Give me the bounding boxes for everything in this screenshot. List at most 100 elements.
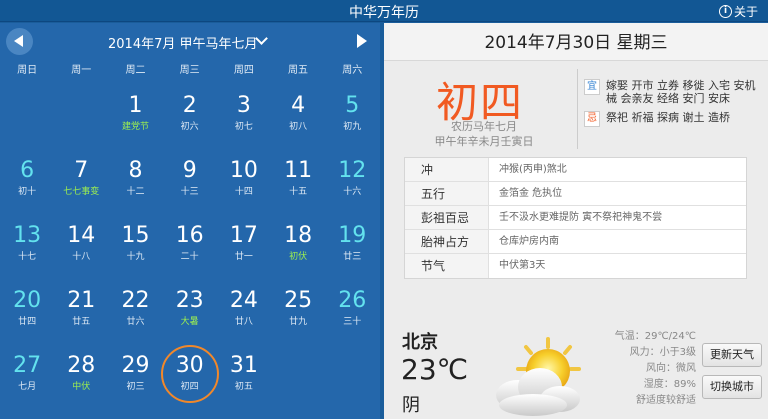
table-row: 冲 冲猴(丙申)煞北 [405, 158, 746, 182]
calendar-day-cell[interactable]: 11 十五 [271, 148, 325, 208]
calendar-day-cell[interactable]: 22 廿六 [108, 278, 162, 338]
calendar-day-cell[interactable]: 12 十六 [325, 148, 379, 208]
row-value: 金箔金 危执位 [499, 188, 563, 199]
title-bar: 中华万年历 i 关于 [0, 0, 768, 22]
month-title[interactable]: 2014年7月 甲午马年七月 [108, 33, 258, 52]
day-number: 26 [338, 288, 367, 313]
row-value: 中伏第3天 [499, 260, 546, 271]
table-row: 胎神占方 仓库炉房内南 [405, 230, 746, 254]
calendar-day-cell[interactable]: 27 七月 [0, 343, 54, 403]
calendar-day-cell[interactable]: 28 中伏 [54, 343, 108, 403]
day-number: 24 [229, 288, 258, 313]
day-number: 28 [67, 353, 96, 378]
lunar-date: 三十 [343, 317, 362, 327]
day-number: 6 [20, 158, 35, 183]
calendar-day-cell[interactable]: 23 大暑 [163, 278, 217, 338]
calendar-day-cell[interactable]: 14 十八 [54, 213, 108, 273]
about-button[interactable]: i 关于 [718, 3, 758, 20]
calendar-day-cell[interactable]: 7 七七事变 [54, 148, 108, 208]
day-number: 2 [182, 93, 197, 118]
calendar-day-cell[interactable]: 18 初伏 [271, 213, 325, 273]
calendar-day-cell[interactable]: 15 十九 [108, 213, 162, 273]
calendar-day-cell[interactable]: 8 十二 [108, 148, 162, 208]
table-row: 节气 中伏第3天 [405, 254, 746, 278]
current-temperature: 23℃ [401, 353, 469, 386]
lunar-date: 中伏 [72, 382, 91, 392]
row-key: 冲 [405, 158, 489, 181]
calendar-day-cell[interactable]: 10 十四 [217, 148, 271, 208]
calendar-day-cell[interactable]: 3 初七 [217, 83, 271, 143]
lunar-date: 初九 [343, 122, 362, 132]
month-navigation: 2014年7月 甲午马年七月 [0, 23, 380, 61]
calendar-day-cell[interactable]: 21 廿五 [54, 278, 108, 338]
chevron-down-icon[interactable] [255, 34, 269, 46]
day-number: 7 [74, 158, 89, 183]
calendar-day-cell[interactable]: 1 建党节 [108, 83, 162, 143]
day-number: 9 [182, 158, 197, 183]
day-number: 11 [284, 158, 313, 183]
lunar-date: 十五 [289, 187, 308, 197]
sun-cloud-icon [496, 337, 581, 416]
next-month-button[interactable] [354, 33, 370, 49]
switch-city-button[interactable]: 切换城市 [702, 375, 762, 399]
calendar-day-cell[interactable]: 13 十七 [0, 213, 54, 273]
day-number: 12 [338, 158, 367, 183]
day-number: 21 [67, 288, 96, 313]
lunar-date: 廿八 [234, 317, 253, 327]
almanac-table: 冲 冲猴(丙申)煞北 五行 金箔金 危执位 彭祖百忌 壬不汲水更难提防 寅不祭祀… [404, 157, 747, 279]
lunar-date: 七七事变 [63, 187, 100, 197]
weekday-label: 周四 [233, 65, 254, 76]
calendar-day-cell[interactable]: 19 廿三 [325, 213, 379, 273]
lunar-date: 十六 [343, 187, 362, 197]
day-detail-panel: 2014年7月30日 星期三 初四 农历马年七月 甲午年辛未月壬寅日 宜 嫁娶 … [384, 23, 768, 419]
lunar-date: 建党节 [121, 122, 149, 132]
update-weather-button[interactable]: 更新天气 [702, 343, 762, 367]
lunar-date: 初三 [126, 382, 145, 392]
day-number: 10 [229, 158, 258, 183]
lunar-date: 廿九 [289, 317, 308, 327]
day-number: 22 [121, 288, 150, 313]
yi-ji-section: 宜 嫁娶 开市 立券 移徙 入宅 安机械 会亲友 经络 安门 安床 忌 祭祀 祈… [584, 79, 764, 133]
calendar-day-cell[interactable]: 9 十三 [163, 148, 217, 208]
day-number: 4 [291, 93, 306, 118]
calendar-day-cell[interactable]: 20 廿四 [0, 278, 54, 338]
ganzhi-text: 甲午年辛未月壬寅日 [434, 135, 534, 148]
day-number: 27 [13, 353, 42, 378]
weekday-label: 周二 [125, 65, 146, 76]
ji-text: 祭祀 祈福 探病 谢土 造桥 [606, 111, 730, 124]
weekday-label: 周一 [71, 65, 92, 76]
humidity: 湿度：89% [643, 379, 696, 390]
weekday-label: 周五 [288, 65, 309, 76]
weekday-label: 周六 [342, 65, 363, 76]
calendar-day-cell[interactable]: 25 廿九 [271, 278, 325, 338]
row-key: 彭祖百忌 [405, 206, 489, 229]
calendar-day-cell[interactable]: 16 二十 [163, 213, 217, 273]
calendar-day-cell[interactable]: 31 初五 [217, 343, 271, 403]
ji-tag: 忌 [584, 111, 600, 127]
day-number: 15 [121, 223, 150, 248]
weekday-header: 周日 周一 周二 周三 周四 周五 周六 [0, 61, 380, 81]
day-number: 8 [128, 158, 143, 183]
previous-month-button[interactable] [6, 28, 33, 55]
calendar-day-cell[interactable]: 2 初六 [163, 83, 217, 143]
calendar-day-cell[interactable]: 6 初十 [0, 148, 54, 208]
lunar-date: 二十 [180, 252, 199, 262]
day-number: 13 [13, 223, 42, 248]
calendar-day-cell[interactable]: 17 廿一 [217, 213, 271, 273]
calendar-day-cell[interactable]: 24 廿八 [217, 278, 271, 338]
calendar-day-cell[interactable]: 4 初八 [271, 83, 325, 143]
lunar-info: 农历马年七月 甲午年辛未月壬寅日 [424, 119, 544, 149]
day-number: 20 [13, 288, 42, 313]
day-number: 18 [284, 223, 313, 248]
lunar-date: 初六 [180, 122, 199, 132]
calendar-day-cell[interactable]: 5 初九 [325, 83, 379, 143]
calendar-day-cell[interactable]: 29 初三 [108, 343, 162, 403]
city-name: 北京 [402, 332, 438, 353]
day-number: 5 [345, 93, 360, 118]
calendar-day-cell[interactable]: 26 三十 [325, 278, 379, 338]
day-number: 1 [128, 93, 143, 118]
day-number: 25 [284, 288, 313, 313]
day-number: 23 [175, 288, 204, 313]
lunar-date: 初伏 [289, 252, 308, 262]
row-key: 节气 [405, 254, 489, 278]
